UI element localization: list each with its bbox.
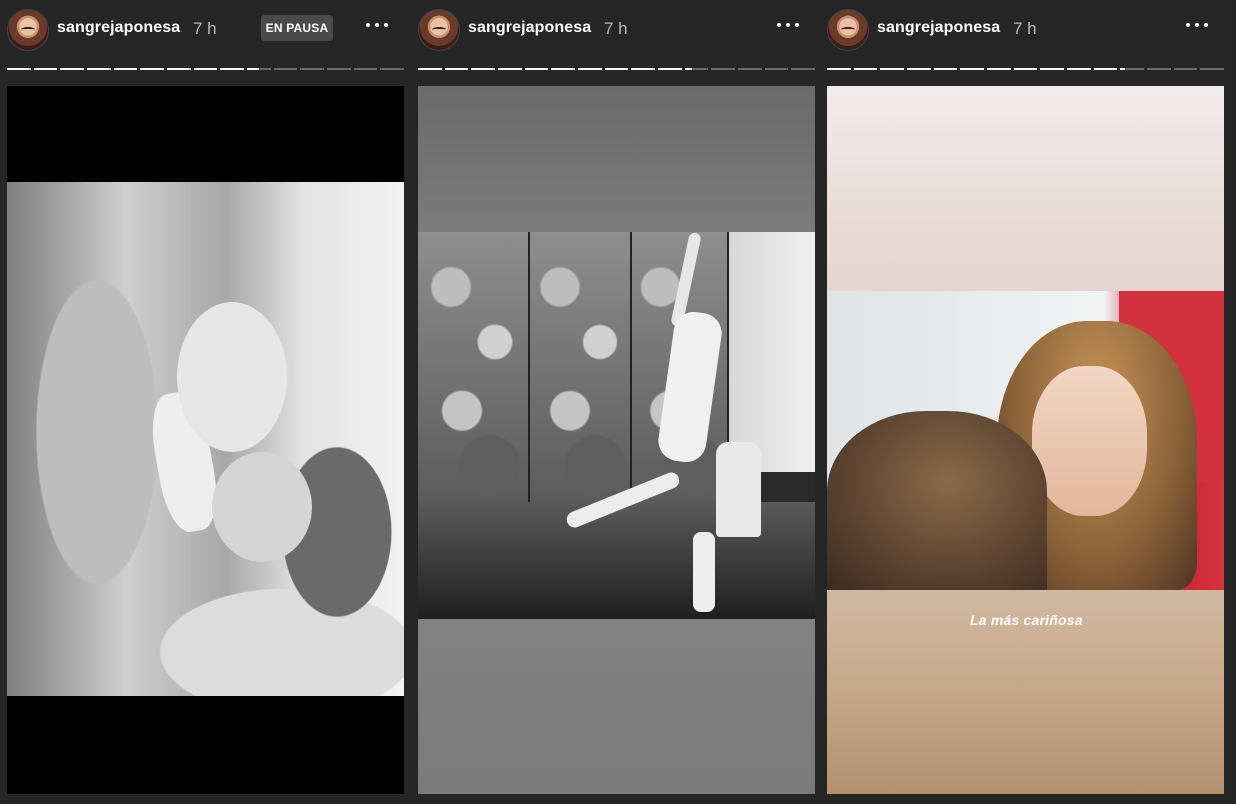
progress-segment <box>551 68 576 70</box>
progress-segment <box>7 68 31 70</box>
story-caption: La más cariñosa <box>970 612 1083 628</box>
progress-segment <box>604 68 629 70</box>
progress-segment <box>498 68 522 70</box>
wall-area <box>729 232 815 472</box>
timestamp-label: 7 h <box>193 19 217 38</box>
folding-screen-panel <box>530 232 632 507</box>
progress-segment <box>933 68 958 70</box>
story-panel-1[interactable]: sangrejaponesa 7 h EN PAUSA <box>7 0 405 804</box>
progress-segment <box>907 68 931 70</box>
story-progress-bar <box>418 68 816 70</box>
progress-segment <box>220 68 245 70</box>
progress-segment <box>658 68 682 70</box>
story-header: sangrejaponesa 7 h <box>418 8 815 52</box>
progress-segment <box>578 68 602 70</box>
more-options-icon[interactable] <box>1186 20 1212 30</box>
progress-segment <box>827 68 851 70</box>
progress-segment <box>960 68 985 70</box>
progress-segment <box>167 68 191 70</box>
statue-shape <box>716 442 761 537</box>
profile-avatar[interactable] <box>827 9 869 51</box>
timestamp-label: 7 h <box>604 19 628 38</box>
progress-segment <box>853 68 878 70</box>
progress-segment <box>444 68 469 70</box>
progress-segment <box>1067 68 1091 70</box>
face-shape <box>177 302 287 452</box>
progress-segment <box>247 68 271 70</box>
progress-segment <box>1013 68 1038 70</box>
hair-shape <box>827 411 1047 590</box>
story-panel-2[interactable]: sangrejaponesa 7 h <box>418 0 816 804</box>
progress-segment <box>471 68 496 70</box>
progress-segment <box>418 68 442 70</box>
story-photo-color-selfie <box>827 291 1224 590</box>
progress-segment <box>193 68 218 70</box>
progress-segment <box>524 68 549 70</box>
story-photo-bw-mother-daughter <box>7 182 404 696</box>
story-progress-bar <box>827 68 1225 70</box>
progress-segment <box>273 68 298 70</box>
progress-segment <box>33 68 58 70</box>
progress-segment <box>880 68 905 70</box>
progress-segment <box>1040 68 1065 70</box>
progress-segment <box>1093 68 1118 70</box>
username-label[interactable]: sangrejaponesa <box>468 19 591 37</box>
progress-segment <box>738 68 762 70</box>
progress-segment <box>764 68 789 70</box>
progress-segment <box>1173 68 1198 70</box>
more-options-icon[interactable] <box>777 20 803 30</box>
progress-segment <box>987 68 1011 70</box>
story-photo-bw-ballet <box>418 232 815 619</box>
profile-avatar[interactable] <box>418 9 460 51</box>
profile-avatar[interactable] <box>7 9 49 51</box>
progress-segment <box>353 68 378 70</box>
username-label[interactable]: sangrejaponesa <box>57 19 180 37</box>
dancer-leg <box>693 532 715 612</box>
progress-segment <box>140 68 165 70</box>
progress-segment <box>87 68 111 70</box>
story-media[interactable] <box>7 86 404 794</box>
story-media[interactable]: La más cariñosa <box>827 86 1224 794</box>
progress-segment <box>711 68 736 70</box>
story-panel-3[interactable]: sangrejaponesa 7 h La más cariñosa <box>827 0 1225 804</box>
timestamp-label: 7 h <box>1013 19 1037 38</box>
progress-segment <box>380 68 405 70</box>
story-media[interactable] <box>418 86 815 794</box>
progress-segment <box>300 68 325 70</box>
folding-screen-panel <box>418 232 530 507</box>
progress-segment <box>1200 68 1225 70</box>
progress-segment <box>631 68 656 70</box>
progress-segment <box>1147 68 1171 70</box>
progress-segment <box>791 68 816 70</box>
progress-segment <box>1120 68 1145 70</box>
progress-segment <box>113 68 138 70</box>
username-label[interactable]: sangrejaponesa <box>877 19 1000 37</box>
story-progress-bar <box>7 68 405 70</box>
face-shape <box>212 452 312 562</box>
progress-segment <box>327 68 351 70</box>
story-header: sangrejaponesa 7 h EN PAUSA <box>7 8 404 52</box>
paused-badge: EN PAUSA <box>261 15 333 41</box>
face-shape <box>1032 366 1147 516</box>
story-header: sangrejaponesa 7 h <box>827 8 1224 52</box>
more-options-icon[interactable] <box>366 20 392 30</box>
progress-segment <box>60 68 85 70</box>
progress-segment <box>684 68 709 70</box>
